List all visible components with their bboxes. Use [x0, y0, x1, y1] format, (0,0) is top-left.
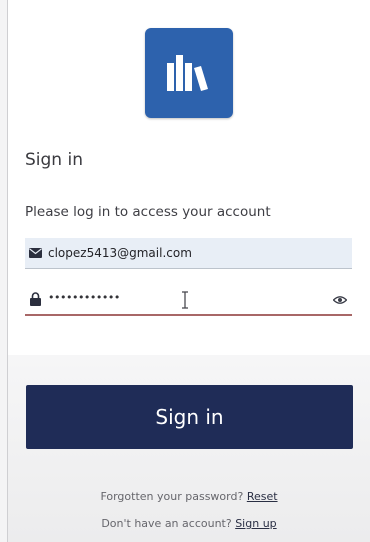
page-subtitle: Please log in to access your account: [25, 204, 271, 220]
sign-in-button[interactable]: Sign in: [26, 385, 353, 449]
password-value[interactable]: ••••••••••••: [48, 291, 120, 304]
eye-icon[interactable]: [333, 295, 347, 305]
library-books-icon: [167, 55, 208, 91]
email-field[interactable]: clopez5413@gmail.com: [25, 238, 352, 269]
forgot-password-line: Forgotten your password? Reset: [8, 490, 370, 503]
email-value[interactable]: clopez5413@gmail.com: [48, 246, 192, 260]
screen: Sign in Please log in to access your acc…: [0, 0, 370, 542]
signup-line: Don't have an account? Sign up: [8, 517, 370, 530]
reset-link[interactable]: Reset: [247, 490, 278, 503]
app-logo: [145, 28, 233, 118]
lock-icon: [30, 292, 41, 306]
envelope-icon: [29, 248, 42, 258]
password-field[interactable]: ••••••••••••: [25, 285, 352, 316]
text-cursor-icon: [182, 291, 188, 309]
no-account-text: Don't have an account?: [101, 517, 232, 530]
forgot-password-text: Forgotten your password?: [100, 490, 244, 503]
sign-up-link[interactable]: Sign up: [235, 517, 276, 530]
page-title: Sign in: [25, 150, 83, 170]
